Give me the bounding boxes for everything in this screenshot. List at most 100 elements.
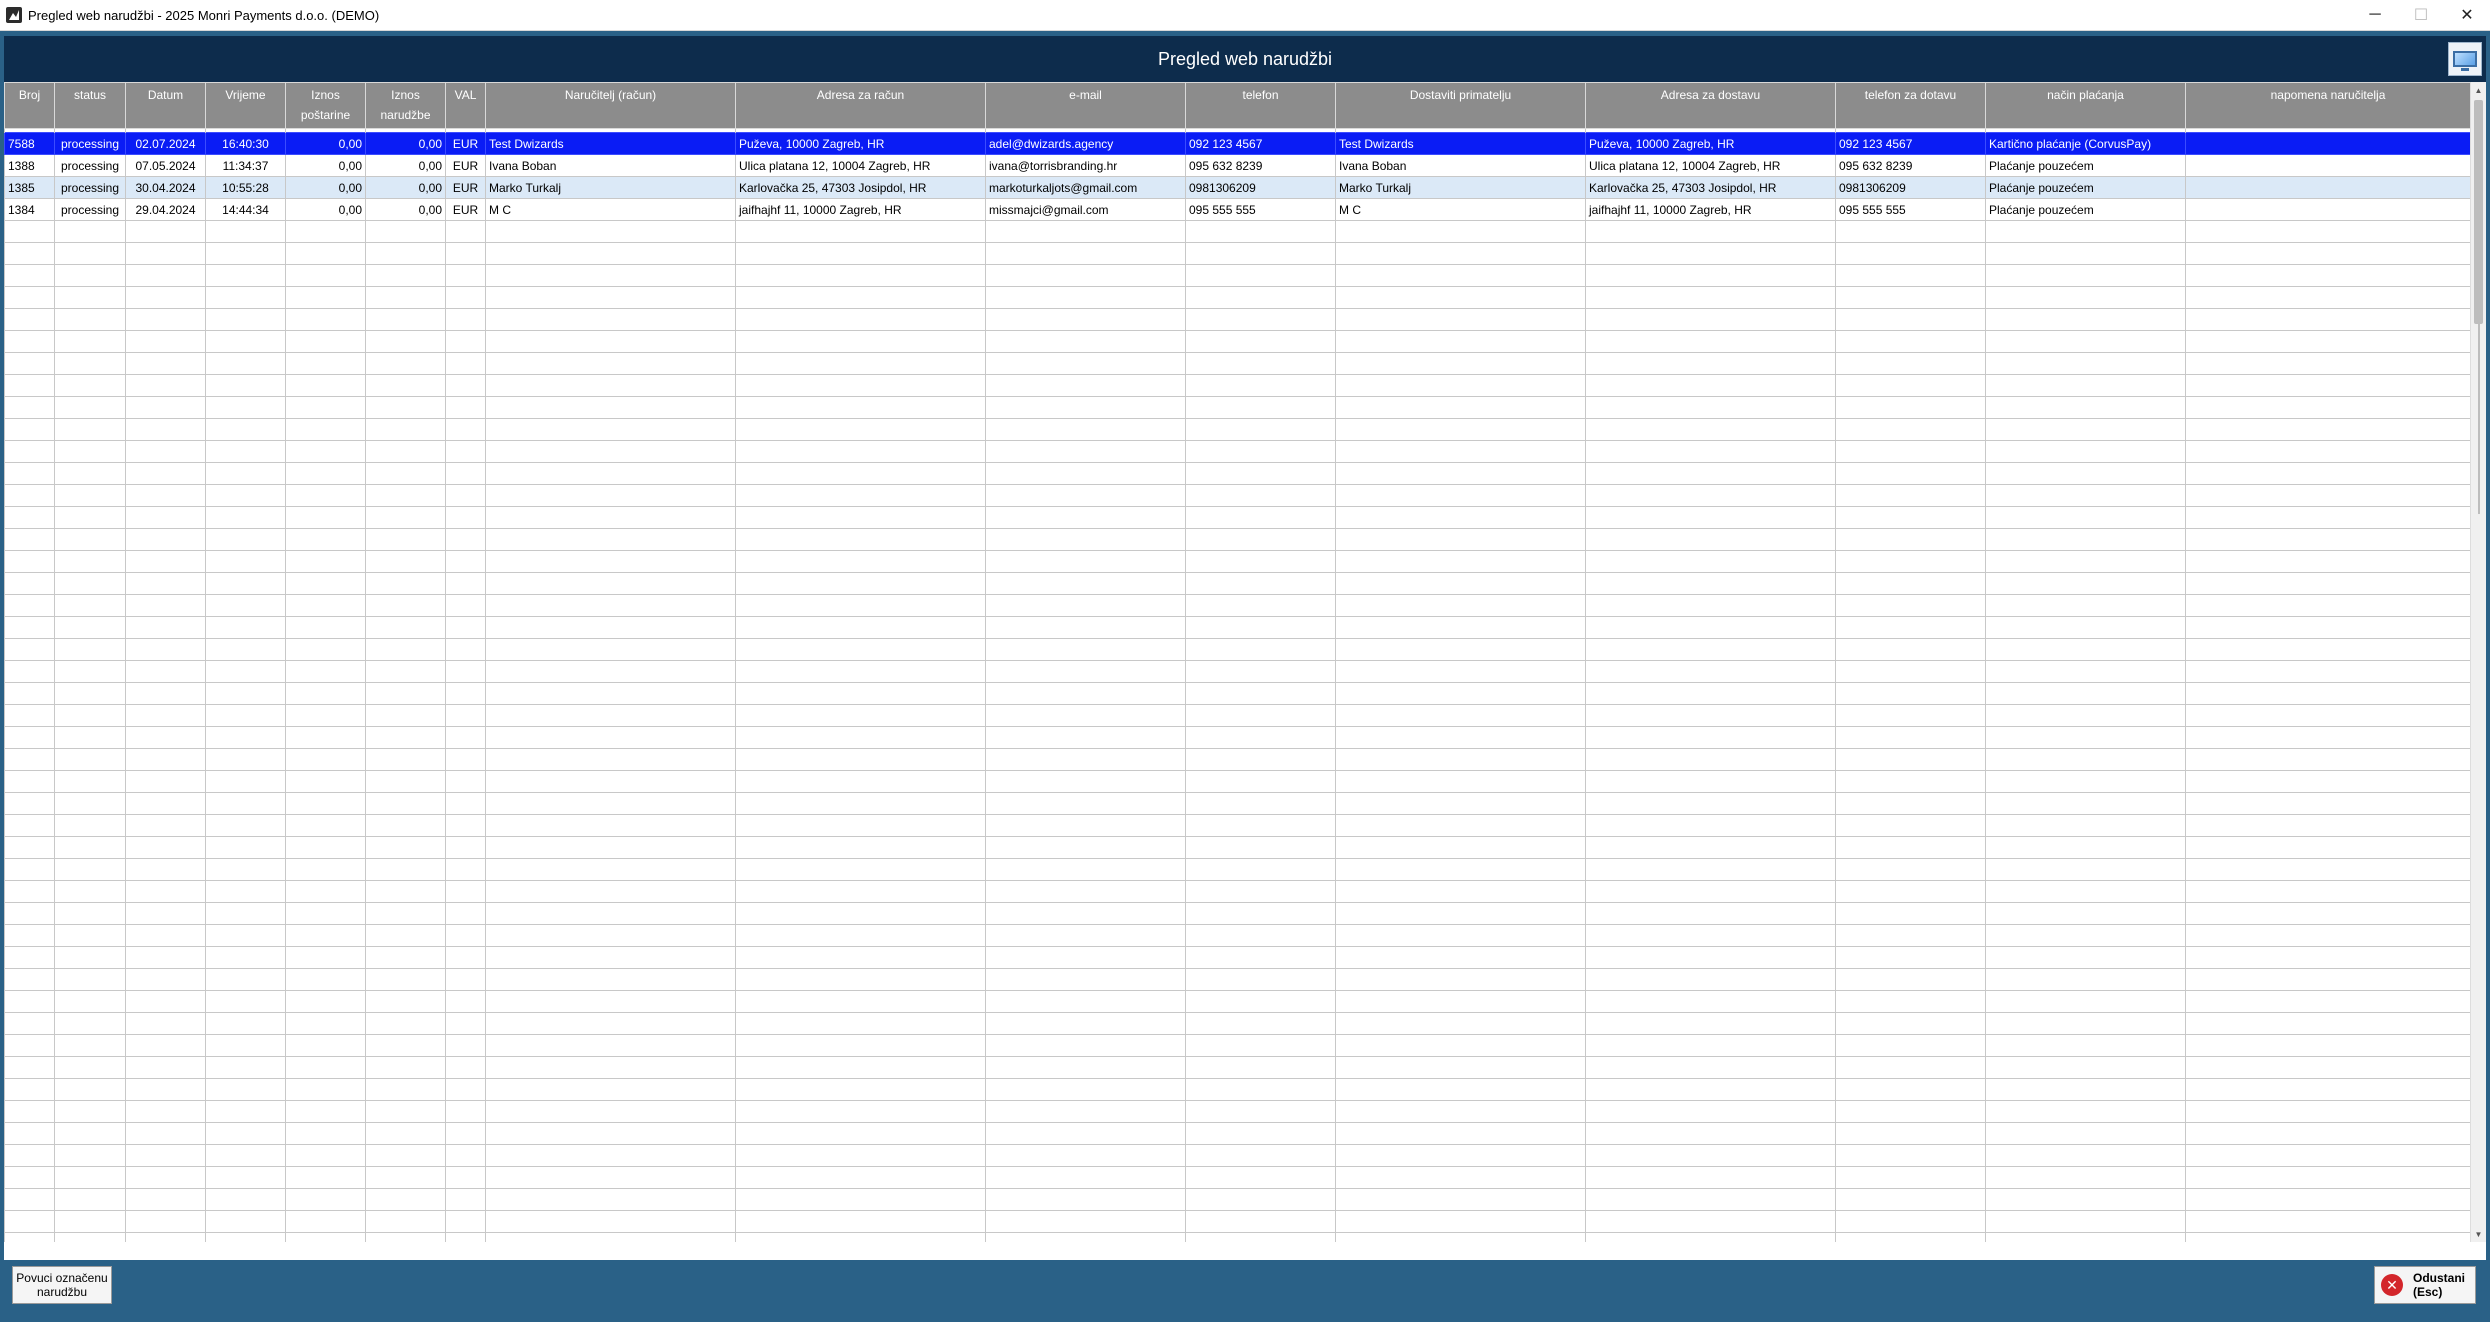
- empty-cell[interactable]: [1185, 1232, 1336, 1242]
- empty-cell[interactable]: [1985, 418, 2186, 441]
- empty-row[interactable]: [4, 616, 2470, 639]
- empty-cell[interactable]: [735, 682, 986, 705]
- empty-cell[interactable]: [1335, 770, 1586, 793]
- empty-cell[interactable]: [285, 264, 366, 287]
- empty-cell[interactable]: [445, 1078, 486, 1101]
- empty-cell[interactable]: [485, 1210, 736, 1233]
- empty-cell[interactable]: [125, 902, 206, 925]
- empty-cell[interactable]: [2185, 660, 2470, 683]
- empty-cell[interactable]: [2185, 616, 2470, 639]
- empty-cell[interactable]: [285, 946, 366, 969]
- empty-cell[interactable]: [1185, 506, 1336, 529]
- empty-row[interactable]: [4, 550, 2470, 573]
- empty-cell[interactable]: [1335, 572, 1586, 595]
- empty-cell[interactable]: [54, 594, 126, 617]
- empty-cell[interactable]: [54, 902, 126, 925]
- empty-cell[interactable]: [1985, 1034, 2186, 1057]
- empty-cell[interactable]: [365, 704, 446, 727]
- empty-cell[interactable]: [1835, 682, 1986, 705]
- empty-cell[interactable]: [2185, 396, 2470, 419]
- empty-cell[interactable]: [1335, 242, 1586, 265]
- empty-cell[interactable]: [205, 616, 286, 639]
- empty-cell[interactable]: [1585, 308, 1836, 331]
- empty-cell[interactable]: [54, 1166, 126, 1189]
- empty-cell[interactable]: [4, 374, 55, 397]
- empty-cell[interactable]: [285, 308, 366, 331]
- empty-cell[interactable]: [285, 682, 366, 705]
- column-header[interactable]: e-mail: [985, 82, 1186, 129]
- empty-cell[interactable]: [485, 1188, 736, 1211]
- empty-cell[interactable]: [1985, 286, 2186, 309]
- empty-cell[interactable]: [125, 396, 206, 419]
- empty-cell[interactable]: [285, 1100, 366, 1123]
- empty-cell[interactable]: [1835, 286, 1986, 309]
- empty-cell[interactable]: [445, 418, 486, 441]
- empty-cell[interactable]: [1185, 374, 1336, 397]
- empty-cell[interactable]: [485, 528, 736, 551]
- empty-cell[interactable]: [1585, 1078, 1836, 1101]
- empty-cell[interactable]: [1985, 1210, 2186, 1233]
- empty-cell[interactable]: [445, 484, 486, 507]
- empty-cell[interactable]: [1585, 748, 1836, 771]
- empty-cell[interactable]: [1335, 484, 1586, 507]
- empty-cell[interactable]: [365, 242, 446, 265]
- cancel-button[interactable]: ✕ Odustani (Esc): [2374, 1266, 2476, 1304]
- empty-cell[interactable]: [365, 748, 446, 771]
- empty-cell[interactable]: [4, 858, 55, 881]
- table-cell[interactable]: 14:44:34: [205, 198, 286, 221]
- empty-cell[interactable]: [365, 352, 446, 375]
- empty-cell[interactable]: [54, 770, 126, 793]
- empty-cell[interactable]: [985, 264, 1186, 287]
- empty-cell[interactable]: [445, 528, 486, 551]
- empty-cell[interactable]: [4, 484, 55, 507]
- table-cell[interactable]: Karlovačka 25, 47303 Josipdol, HR: [735, 176, 986, 199]
- table-cell[interactable]: EUR: [445, 154, 486, 177]
- empty-cell[interactable]: [205, 946, 286, 969]
- empty-cell[interactable]: [205, 462, 286, 485]
- empty-cell[interactable]: [1835, 792, 1986, 815]
- empty-cell[interactable]: [285, 1056, 366, 1079]
- empty-cell[interactable]: [1585, 1056, 1836, 1079]
- empty-row[interactable]: [4, 748, 2470, 771]
- empty-cell[interactable]: [985, 550, 1186, 573]
- empty-cell[interactable]: [1835, 990, 1986, 1013]
- empty-cell[interactable]: [1335, 418, 1586, 441]
- empty-cell[interactable]: [125, 1056, 206, 1079]
- empty-row[interactable]: [4, 506, 2470, 529]
- empty-cell[interactable]: [125, 484, 206, 507]
- empty-cell[interactable]: [985, 1100, 1186, 1123]
- empty-cell[interactable]: [485, 418, 736, 441]
- empty-cell[interactable]: [285, 1034, 366, 1057]
- empty-cell[interactable]: [1835, 880, 1986, 903]
- column-header[interactable]: Datum: [125, 82, 206, 129]
- empty-cell[interactable]: [54, 396, 126, 419]
- empty-cell[interactable]: [445, 1188, 486, 1211]
- empty-cell[interactable]: [125, 1144, 206, 1167]
- empty-cell[interactable]: [445, 330, 486, 353]
- empty-cell[interactable]: [485, 440, 736, 463]
- empty-cell[interactable]: [1335, 1100, 1586, 1123]
- table-cell[interactable]: 095 632 8239: [1835, 154, 1986, 177]
- empty-cell[interactable]: [1985, 660, 2186, 683]
- empty-cell[interactable]: [1185, 638, 1336, 661]
- empty-cell[interactable]: [1185, 484, 1336, 507]
- empty-cell[interactable]: [485, 242, 736, 265]
- empty-cell[interactable]: [985, 946, 1186, 969]
- table-cell[interactable]: adel@dwizards.agency: [985, 132, 1186, 155]
- empty-cell[interactable]: [1585, 792, 1836, 815]
- empty-cell[interactable]: [125, 814, 206, 837]
- empty-cell[interactable]: [1185, 946, 1336, 969]
- empty-cell[interactable]: [54, 726, 126, 749]
- empty-cell[interactable]: [1185, 572, 1336, 595]
- empty-row[interactable]: [4, 1012, 2470, 1035]
- empty-cell[interactable]: [1985, 528, 2186, 551]
- empty-cell[interactable]: [485, 616, 736, 639]
- empty-cell[interactable]: [485, 1056, 736, 1079]
- empty-cell[interactable]: [54, 814, 126, 837]
- empty-cell[interactable]: [4, 1188, 55, 1211]
- empty-cell[interactable]: [1185, 220, 1336, 243]
- table-cell[interactable]: EUR: [445, 198, 486, 221]
- empty-cell[interactable]: [1335, 792, 1586, 815]
- empty-cell[interactable]: [1985, 374, 2186, 397]
- empty-cell[interactable]: [4, 1144, 55, 1167]
